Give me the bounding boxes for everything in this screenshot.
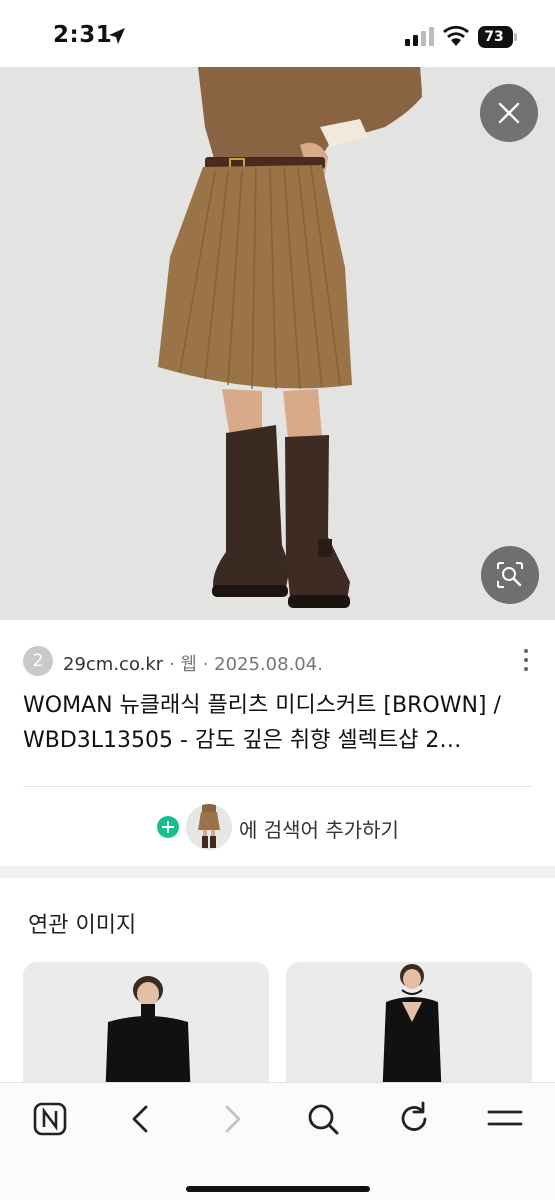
add-search-label: 에 검색어 추가하기 <box>239 818 399 842</box>
site-name[interactable]: 29cm.co.kr <box>63 654 163 675</box>
related-image <box>286 962 532 1102</box>
related-images-title: 연관 이미지 <box>28 913 137 938</box>
related-image <box>23 962 269 1102</box>
product-image[interactable] <box>0 67 555 620</box>
divider <box>23 786 532 787</box>
related-image-card[interactable] <box>23 962 269 1102</box>
home-indicator <box>186 1186 370 1192</box>
meta-separator: · <box>168 654 181 675</box>
battery-icon: 73 <box>478 26 513 48</box>
meta-separator: · <box>202 654 215 675</box>
model-photo <box>0 67 555 620</box>
result-type: 웹 <box>180 654 197 675</box>
battery-level: 73 <box>484 29 504 45</box>
search-icon[interactable] <box>303 1099 343 1139</box>
chevron-left-icon[interactable] <box>121 1099 161 1139</box>
menu-icon[interactable] <box>485 1099 525 1139</box>
plus-icon <box>157 816 179 838</box>
close-button[interactable] <box>480 84 538 142</box>
result-date: 2025.08.04. <box>214 654 323 675</box>
cellular-signal-icon <box>405 27 434 46</box>
battery-indicator: 73 <box>478 26 518 48</box>
refresh-icon[interactable] <box>394 1099 434 1139</box>
section-separator <box>0 866 555 878</box>
site-favicon: 2 <box>23 646 53 676</box>
add-search-term-button[interactable]: 에 검색어 추가하기 <box>157 802 417 852</box>
result-source[interactable]: 2 29cm.co.kr · 웹 · 2025.08.04. <box>23 646 533 676</box>
status-time: 2:31 <box>53 22 113 48</box>
status-bar: 2:31 73 <box>0 0 555 70</box>
close-icon <box>498 102 520 124</box>
wifi-icon <box>443 25 469 46</box>
search-thumbnail <box>186 804 232 850</box>
image-search-button[interactable] <box>481 546 539 604</box>
related-image-card[interactable] <box>286 962 532 1102</box>
chevron-right-icon[interactable] <box>212 1099 252 1139</box>
location-arrow-icon <box>109 28 125 44</box>
result-title[interactable]: WOMAN 뉴클래식 플리츠 미디스커트 [BROWN] / WBD3L1350… <box>23 688 533 758</box>
more-vertical-icon[interactable] <box>521 649 531 675</box>
bottom-toolbar <box>0 1082 555 1200</box>
source-meta: 29cm.co.kr · 웹 · 2025.08.04. <box>63 650 323 676</box>
naver-home-icon[interactable] <box>30 1099 70 1139</box>
image-search-icon <box>497 562 523 588</box>
